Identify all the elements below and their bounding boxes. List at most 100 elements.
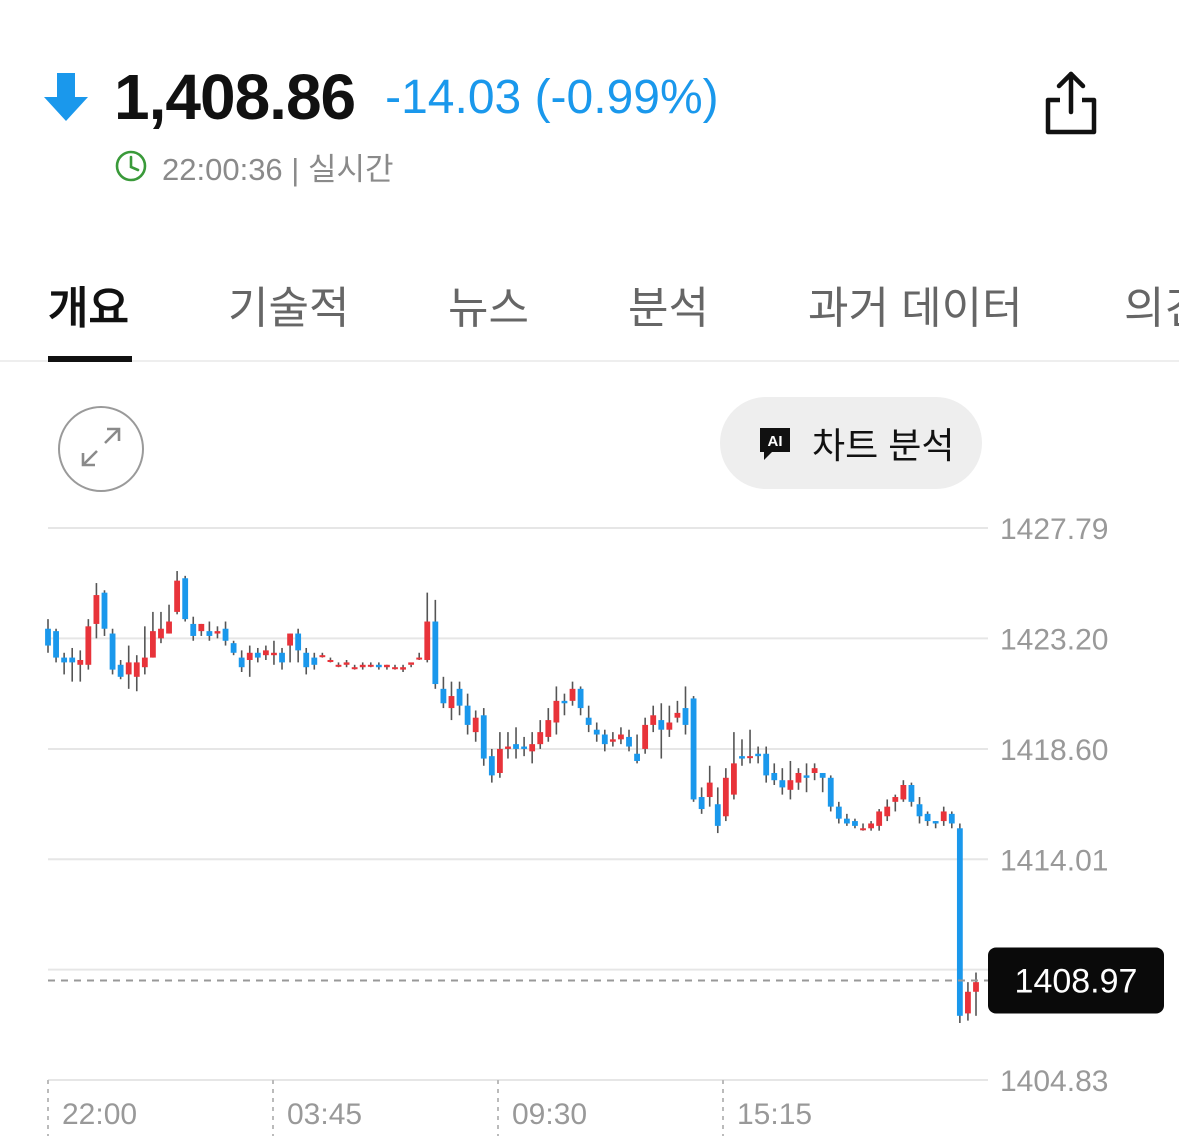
candle [908,782,915,807]
candle-body [327,659,334,662]
candle [367,662,374,668]
x-tick-label: 03:45 [287,1098,362,1131]
expand-arrows-icon [77,423,125,475]
candle-body [480,715,487,759]
ai-chart-analysis-label: 차트 분석 [812,425,955,466]
tab-technical[interactable]: 기술적 [228,272,349,336]
tab-opinion[interactable]: 의견 [1124,272,1179,336]
candle [496,732,503,778]
candle-body [819,772,826,778]
candle-body [795,772,802,783]
candle-body [852,821,858,826]
share-icon[interactable] [1040,70,1102,138]
candle-body [843,818,850,824]
candle-body [384,664,390,668]
candle-body [109,633,116,670]
price-change: -14.03 (-0.99%) [385,70,719,124]
candle-body [553,700,560,723]
candle [246,645,253,677]
ai-chart-analysis-button[interactable]: AI 차트 분석 [720,397,982,489]
candle-body [860,828,866,831]
candle-body [182,578,189,620]
candle-body [755,753,762,757]
candle-body [956,828,963,1016]
candle [254,647,261,663]
candle-body [948,813,955,824]
tab-historical-data[interactable]: 과거 데이터 [808,272,1023,336]
tab-analysis[interactable]: 분석 [628,272,709,336]
candle-body [77,659,84,665]
candle-body [149,631,156,658]
candle-body [351,667,358,670]
candle-body [303,652,310,668]
candle [262,645,269,660]
candle [577,686,584,716]
candle [900,780,907,802]
expand-chart-button[interactable] [58,406,144,492]
candle [787,760,794,800]
candle-body [876,811,883,826]
candle [569,681,576,706]
candle [553,686,560,735]
candle-body [609,739,616,742]
candle-body [593,729,600,735]
candle-body [61,657,68,663]
candle [852,818,858,829]
candle-body [642,724,649,749]
candle-body [965,991,971,1014]
tab-news[interactable]: 뉴스 [448,272,529,336]
candle [440,676,447,709]
candle [561,693,568,716]
candle [973,972,979,1016]
candle [505,732,511,759]
clock-icon [114,149,148,183]
candle [521,736,528,757]
candle-body [787,780,794,790]
candle [771,763,778,786]
candle-body [375,664,382,668]
candle [860,823,866,831]
candle-body [771,772,778,781]
candle [722,768,729,822]
candle-body [85,626,92,665]
tab-overview[interactable]: 개요 [48,272,129,336]
candle [416,652,423,660]
candle [214,626,221,639]
candle [811,763,818,781]
candle-body [706,782,713,798]
current-price: 1,408.86 [114,61,356,133]
candle-body [521,746,528,749]
candle [472,710,479,742]
candle-body [254,652,261,658]
candle-body [238,657,245,668]
candle [658,703,665,759]
x-tick-label: 22:00 [62,1098,137,1131]
candle [392,664,398,670]
candle [238,650,245,673]
candle-body [747,756,753,759]
candle-body [198,623,205,632]
candle-body [722,777,729,817]
candle [924,811,931,826]
candle [319,652,326,658]
candle-body [408,662,415,665]
candle [53,628,59,663]
candle-body [835,806,842,819]
candle [835,801,842,824]
candle [892,794,899,812]
candle [932,821,939,829]
candle-body [101,592,108,629]
y-tick-label: 1423.20 [1000,623,1108,656]
candle-body [230,643,237,653]
candlestick-chart[interactable]: 1427.79 1423.20 1418.60 1414.01 1404.83 22:0… [0,500,1179,1136]
candle [650,705,657,733]
candle [956,823,963,1024]
candle-body [69,657,76,663]
y-tick-label: 1404.83 [1000,1065,1108,1098]
candle [585,705,592,733]
candle-body [779,780,786,788]
candle [400,664,406,673]
candle-body [763,753,770,776]
candle-body [973,982,979,992]
candle-body [940,811,947,822]
